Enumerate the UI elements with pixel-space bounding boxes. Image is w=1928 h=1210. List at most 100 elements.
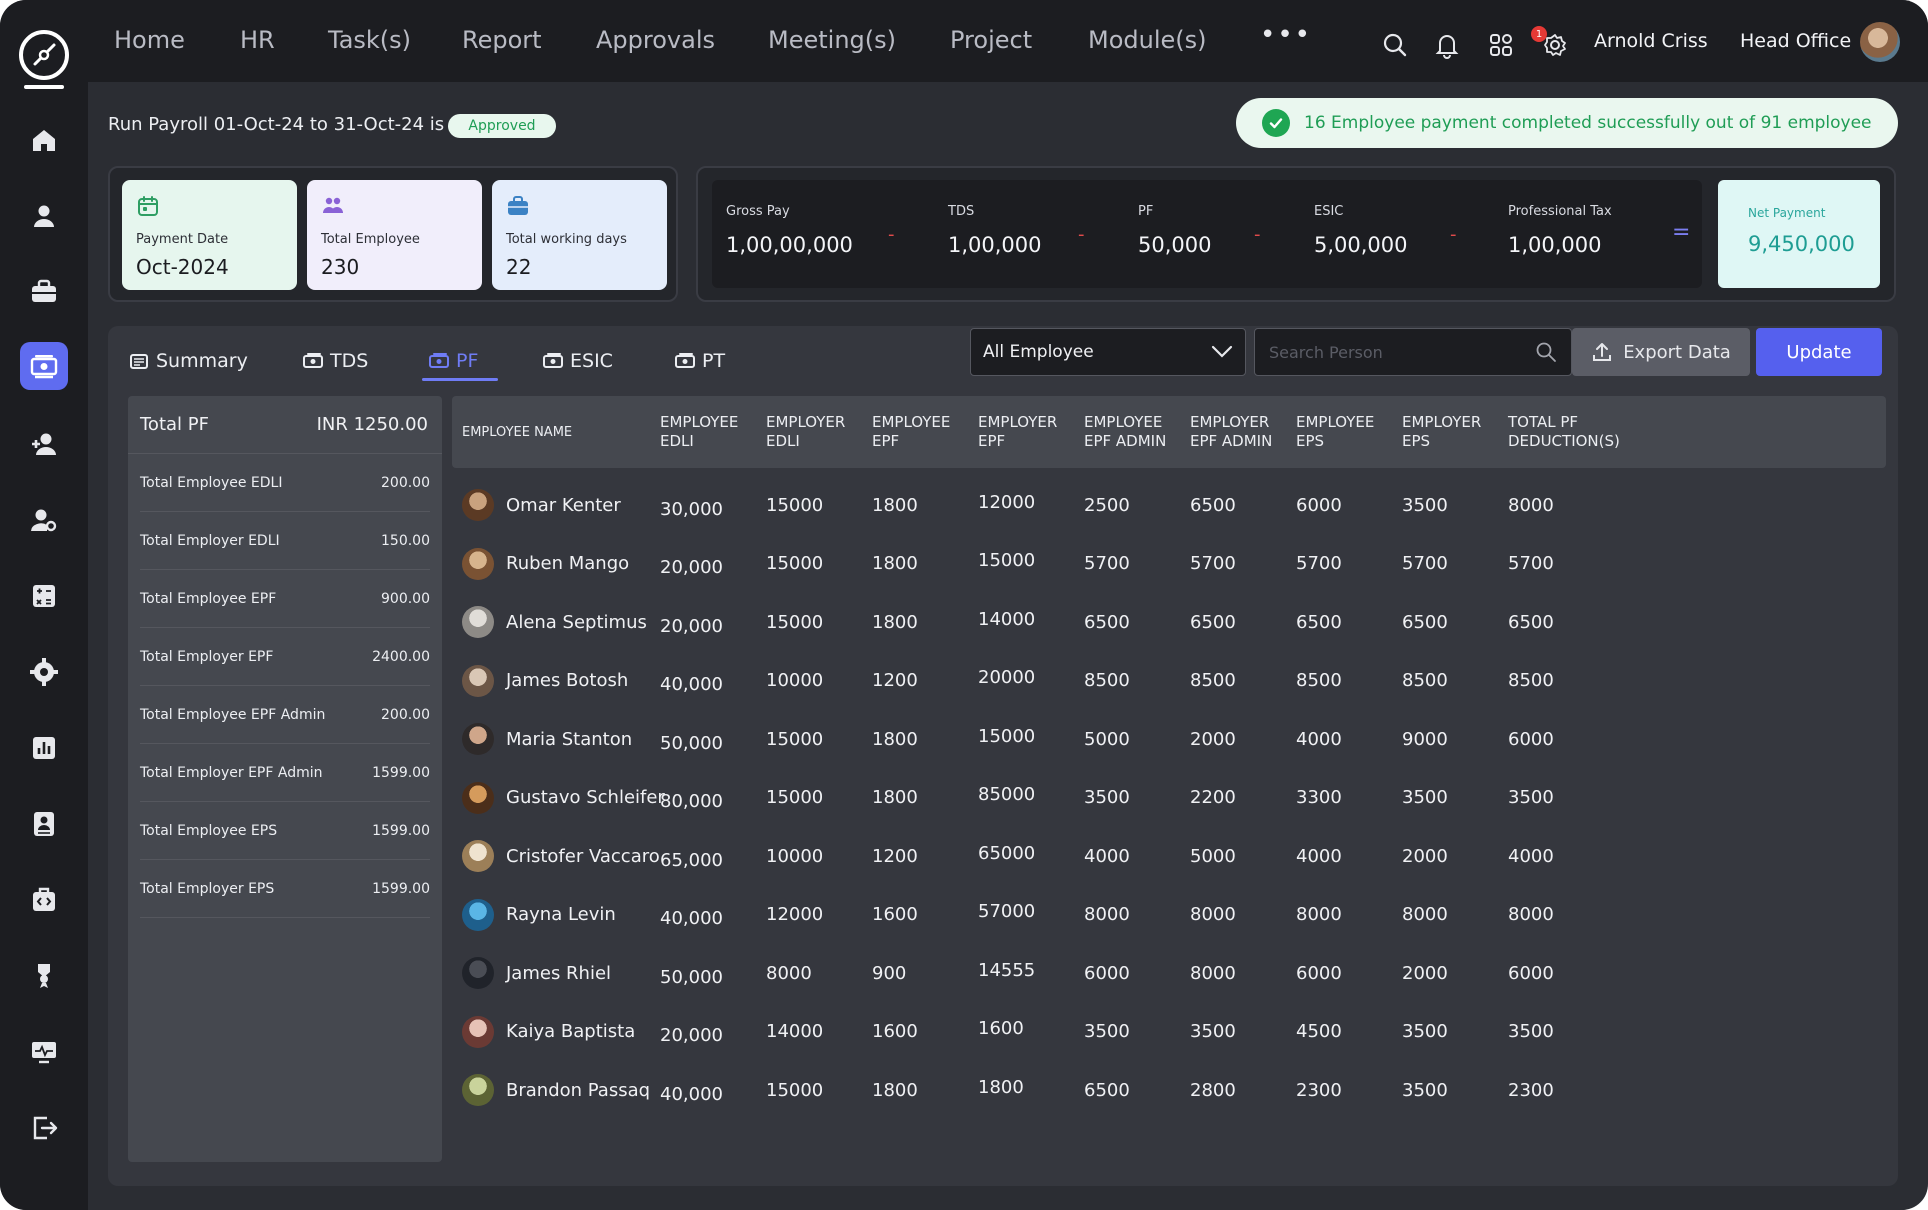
sidebar-item-monitor[interactable] — [20, 1028, 68, 1076]
summary-row-value: 200.00 — [381, 474, 430, 491]
table-row[interactable]: Kaiya Baptista 20,000 14000 1600 1600 3500 350… — [452, 1003, 1886, 1062]
cash-icon — [543, 353, 563, 368]
column-header-text: Employer EPF Admin — [1190, 413, 1272, 451]
employee-avatar — [462, 489, 494, 522]
filter-value: All Employee — [983, 342, 1094, 362]
table-cell: 900 — [872, 962, 907, 984]
nav-meetings[interactable]: Meeting(s) — [768, 26, 896, 54]
pf-summary-total: INR 1250.00 — [316, 414, 428, 435]
employee-filter-select[interactable]: All Employee — [970, 328, 1246, 376]
table-cell: 8500 — [1296, 670, 1342, 692]
table-cell: 2000 — [1402, 845, 1448, 867]
search-icon[interactable] — [1380, 30, 1410, 60]
more-menu-button[interactable]: ••• — [1260, 20, 1312, 50]
employee-avatar — [462, 1015, 494, 1048]
employee-avatar — [462, 781, 494, 814]
nav-report[interactable]: Report — [462, 26, 542, 54]
nav-approvals[interactable]: Approvals — [596, 26, 715, 54]
table-cell: 1200 — [872, 670, 918, 692]
tab-label: ESIC — [570, 350, 613, 372]
table-row[interactable]: Cristofer Vaccaro 65,000 10000 1200 65000 400… — [452, 827, 1886, 886]
table-cell: 3500 — [1084, 1021, 1130, 1043]
sidebar-item-user-settings[interactable] — [20, 496, 68, 544]
sidebar-item-id-card[interactable] — [20, 800, 68, 848]
search-icon[interactable] — [1535, 341, 1557, 363]
table-cell: 6000 — [1296, 962, 1342, 984]
sidebar-item-medical-kit[interactable] — [20, 876, 68, 924]
tab-summary[interactable]: Summary — [128, 342, 248, 380]
table-cell: 8000 — [1296, 904, 1342, 926]
active-tab-indicator — [422, 378, 498, 381]
sidebar-item-payroll[interactable] — [20, 342, 68, 390]
table-row[interactable]: Alena Septimus 20,000 15000 1800 14000 6500 65… — [452, 593, 1886, 652]
nav-tasks[interactable]: Task(s) — [328, 26, 411, 54]
table-cell: 15000 — [978, 550, 1036, 572]
table-row[interactable]: James Botosh 40,000 10000 1200 20000 8500 8500… — [452, 652, 1886, 711]
table-cell: 8500 — [1190, 670, 1236, 692]
table-cell: 5700 — [1402, 553, 1448, 575]
nav-project[interactable]: Project — [950, 26, 1032, 54]
table-row[interactable]: Rayna Levin 40,000 12000 1600 57000 8000 8000 8… — [452, 886, 1886, 945]
settings-gear-icon[interactable] — [1540, 30, 1570, 60]
tab-esic[interactable]: ESIC — [542, 342, 613, 380]
column-header-line: EPS — [1296, 432, 1325, 450]
export-data-button[interactable]: Export Data — [1572, 328, 1750, 376]
update-button[interactable]: Update — [1756, 328, 1882, 376]
summary-row: Total Employer EPF Admin 1599.00 — [140, 744, 430, 802]
tab-pt[interactable]: PT — [674, 342, 725, 380]
summary-row-value: 200.00 — [381, 706, 430, 723]
table-row[interactable]: Gustavo Schleifer 80,000 15000 1800 85000 350… — [452, 769, 1886, 828]
bell-icon[interactable] — [1432, 30, 1462, 60]
table-cell: 15000 — [766, 553, 824, 575]
employee-cell: James Rhiel — [462, 944, 611, 1003]
user-name[interactable]: Arnold Criss — [1594, 30, 1708, 52]
cash-icon — [429, 353, 449, 368]
sidebar-item-award[interactable] — [20, 952, 68, 1000]
summary-row: Total Employer EDLI 150.00 — [140, 512, 430, 570]
sidebar-item-chart[interactable] — [20, 724, 68, 772]
table-cell: 1600 — [872, 904, 918, 926]
stat-value: 230 — [321, 255, 360, 279]
column-header: Employer EDLI — [766, 396, 845, 468]
tab-pf[interactable]: PF — [428, 342, 478, 380]
office-name[interactable]: Head Office — [1740, 30, 1851, 52]
app-logo[interactable] — [19, 30, 69, 80]
apps-grid-icon[interactable] — [1486, 30, 1516, 60]
table-row[interactable]: Maria Stanton 50,000 15000 1800 15000 5000 200… — [452, 710, 1886, 769]
table-cell: 1600 — [978, 1018, 1024, 1040]
sidebar-item-home[interactable] — [20, 116, 68, 164]
nav-modules[interactable]: Module(s) — [1088, 26, 1207, 54]
sidebar-item-calculator[interactable] — [20, 572, 68, 620]
search-input[interactable] — [1269, 342, 1519, 362]
employee-name: Cristofer Vaccaro — [506, 845, 660, 867]
employee-cell: Maria Stanton — [462, 710, 632, 769]
sidebar-item-briefcase[interactable] — [20, 268, 68, 316]
status-badge: Approved — [448, 114, 556, 138]
column-header-line: EPF — [872, 432, 900, 450]
employee-cell: Rayna Levin — [462, 886, 616, 945]
table-row[interactable]: Brandon Passaq 40,000 15000 1800 1800 6500 280… — [452, 1061, 1886, 1120]
table-row[interactable]: James Rhiel 50,000 8000 900 14555 6000 8000 600… — [452, 944, 1886, 1003]
table-row[interactable]: Ruben Mango 20,000 15000 1800 15000 5700 5700 5… — [452, 535, 1886, 594]
column-header-line: Employer — [766, 413, 846, 431]
table-cell: 1800 — [872, 787, 918, 809]
payment-breakdown: Gross Pay 1,00,00,000 - TDS 1,00,000 - P… — [712, 180, 1702, 288]
column-header-line: EDLI — [660, 432, 694, 450]
tab-tds[interactable]: TDS — [302, 342, 368, 380]
table-cell: 12000 — [766, 904, 824, 926]
sidebar-item-user[interactable] — [20, 192, 68, 240]
stat-label: Payment Date — [136, 232, 229, 247]
sidebar-item-gear[interactable] — [20, 648, 68, 696]
sidebar-item-add-user[interactable] — [20, 420, 68, 468]
summary-row-label: Total Employee EPF Admin — [140, 706, 326, 723]
stat-value: 22 — [506, 255, 532, 279]
nav-home[interactable]: Home — [114, 26, 185, 54]
table-cell: 85000 — [978, 784, 1036, 806]
table-cell: 20000 — [978, 667, 1036, 689]
table-row[interactable]: Omar Kenter 30,000 15000 1800 12000 2500 6500 6… — [452, 476, 1886, 535]
gross-pay: Gross Pay 1,00,00,000 — [726, 204, 853, 257]
nav-hr[interactable]: HR — [240, 26, 275, 54]
table-cell: 40,000 — [660, 674, 723, 696]
user-avatar[interactable] — [1860, 22, 1900, 62]
sidebar-item-logout[interactable] — [20, 1104, 68, 1152]
